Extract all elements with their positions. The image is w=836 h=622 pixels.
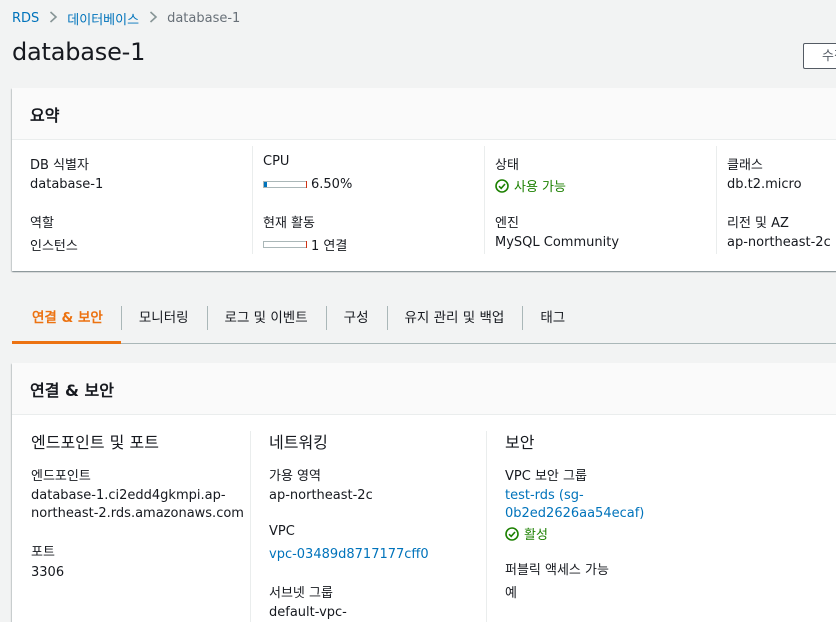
class-label: 클래스 [727, 158, 763, 173]
activity-progress-bar [263, 241, 307, 248]
security-group-label: VPC 보안 그룹 [505, 469, 587, 484]
connectivity-security-panel: 연결 & 보안 엔드포인트 및 포트 엔드포인트 database-1.ci2e… [12, 363, 836, 622]
subnet-group-value: default-vpc- [269, 605, 347, 620]
cpu-label: CPU [263, 154, 290, 169]
chevron-right-icon [43, 10, 63, 27]
cpu-meter: 6.50% [263, 177, 352, 192]
endpoint-value-line2: northeast-2.rds.amazonaws.com [31, 506, 244, 521]
security-section: 보안 VPC 보안 그룹 test-rds (sg- 0b2ed2626aa54… [486, 431, 786, 622]
engine-label: 엔진 [495, 216, 519, 231]
rds-database-detail-page: RDS 데이터베이스 database-1 database-1 수정 요약 D… [0, 0, 836, 622]
summary-panel: 요약 DB 식별자 database-1 역할 인스턴스 CPU 6.50% 현… [12, 88, 836, 271]
class-value: db.t2.micro [727, 177, 802, 192]
db-identifier-value: database-1 [30, 177, 104, 192]
tab-tags[interactable]: 태그 [522, 300, 583, 343]
status-badge: 사용 가능 [495, 176, 566, 195]
activity-meter: 1 연결 [263, 235, 347, 254]
tab-monitoring[interactable]: 모니터링 [120, 300, 207, 343]
check-circle-icon [505, 526, 519, 541]
connectivity-header: 연결 & 보안 [12, 363, 836, 415]
security-section-title: 보안 [505, 433, 535, 452]
networking-section: 네트워킹 가용 영역 ap-northeast-2c VPC vpc-03489… [250, 431, 486, 622]
db-identifier-label: DB 식별자 [30, 158, 89, 173]
vpc-label: VPC [269, 524, 295, 539]
summary-col-status: 상태 사용 가능 엔진 MySQL Community [484, 146, 716, 254]
security-group-status-value: 활성 [524, 528, 548, 543]
security-group-link-line1[interactable]: test-rds (sg- [505, 488, 584, 503]
tab-configuration[interactable]: 구성 [325, 300, 387, 343]
role-label: 역할 [30, 216, 54, 231]
networking-section-title: 네트워킹 [269, 433, 328, 452]
tab-maintenance-backups[interactable]: 유지 관리 및 백업 [386, 300, 523, 343]
role-value: 인스턴스 [30, 239, 78, 254]
az-value: ap-northeast-2c [269, 488, 373, 503]
endpoint-section-title: 엔드포인트 및 포트 [31, 433, 159, 452]
page-title: database-1 [12, 38, 146, 66]
endpoint-label: 엔드포인트 [31, 469, 91, 484]
security-group-link-line2[interactable]: 0b2ed2626aa54ecaf) [505, 506, 644, 521]
check-circle-icon [495, 178, 509, 193]
cpu-progress-bar [263, 181, 307, 188]
engine-value: MySQL Community [495, 235, 620, 250]
summary-header: 요약 [12, 88, 836, 140]
public-access-value: 예 [505, 586, 517, 601]
activity-label: 현재 활동 [263, 216, 315, 231]
chevron-right-icon [143, 10, 163, 27]
summary-columns: DB 식별자 database-1 역할 인스턴스 CPU 6.50% 현재 활… [12, 140, 836, 270]
breadcrumb: RDS 데이터베이스 database-1 [12, 9, 240, 28]
status-label: 상태 [495, 158, 519, 173]
status-value: 사용 가능 [514, 180, 566, 195]
endpoint-value-line1: database-1.ci2edd4gkmpi.ap- [31, 488, 226, 503]
az-label: 가용 영역 [269, 469, 321, 484]
modify-button[interactable]: 수정 [803, 43, 836, 69]
summary-col-cpu: CPU 6.50% 현재 활동 1 연결 [252, 146, 484, 254]
port-label: 포트 [31, 545, 55, 560]
breadcrumb-current: database-1 [167, 11, 241, 26]
summary-col-identifier: DB 식별자 database-1 역할 인스턴스 [12, 140, 252, 260]
breadcrumb-rds-link[interactable]: RDS [12, 11, 39, 26]
public-access-label: 퍼블릭 액세스 가능 [505, 563, 609, 578]
summary-col-class: 클래스 db.t2.micro 리전 및 AZ ap-northeast-2c [716, 146, 836, 254]
activity-value: 1 연결 [311, 239, 348, 254]
tab-logs-events[interactable]: 로그 및 이벤트 [206, 300, 326, 343]
breadcrumb-databases-link[interactable]: 데이터베이스 [67, 9, 139, 28]
security-group-status: 활성 [505, 524, 548, 543]
region-value: ap-northeast-2c [727, 235, 831, 250]
cpu-value: 6.50% [311, 177, 353, 192]
tab-connectivity-security[interactable]: 연결 & 보안 [12, 300, 121, 344]
vpc-link[interactable]: vpc-03489d8717177cff0 [269, 547, 429, 562]
port-value: 3306 [31, 565, 65, 580]
detail-tabs: 연결 & 보안 모니터링 로그 및 이벤트 구성 유지 관리 및 백업 태그 [12, 300, 836, 344]
subnet-group-label: 서브넷 그룹 [269, 586, 333, 601]
region-label: 리전 및 AZ [727, 216, 789, 231]
